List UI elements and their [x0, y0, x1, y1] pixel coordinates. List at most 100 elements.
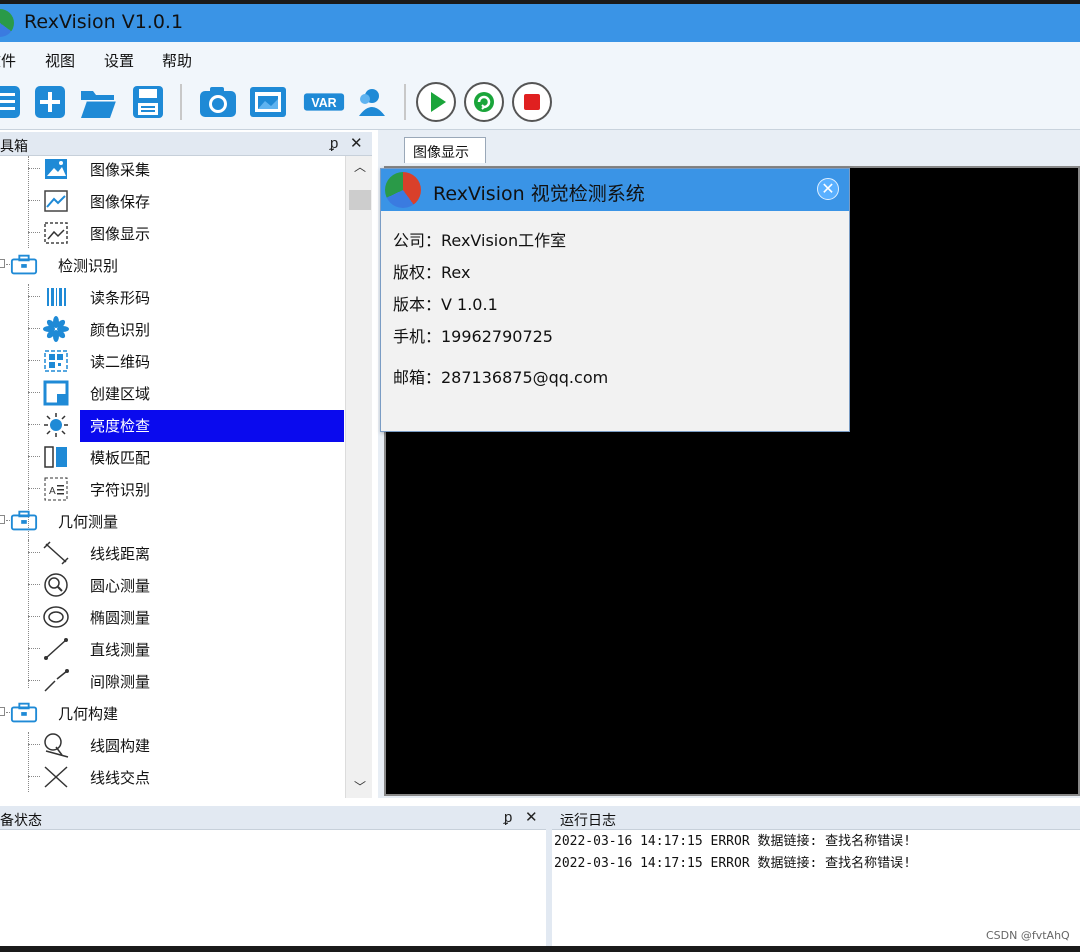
scroll-down-icon[interactable]: ﹀ — [354, 778, 366, 795]
tree-item[interactable]: 图像采集 — [0, 154, 340, 184]
tree-item-label: 模板匹配 — [90, 449, 151, 467]
watermark: CSDN @fvtAhQ — [986, 929, 1070, 942]
tree-item[interactable]: 颜色识别 — [0, 314, 340, 344]
menu-help[interactable]: 帮助 — [162, 50, 192, 71]
tree-item-label: 几何构建 — [58, 705, 119, 723]
toolbox-scrollbar[interactable]: ︿ ﹀ — [345, 156, 372, 798]
save-icon[interactable] — [126, 80, 170, 124]
gap-icon — [42, 669, 70, 693]
circle-center-icon — [42, 573, 70, 597]
tree-group-item[interactable]: 检测识别 — [0, 250, 340, 280]
tree-item[interactable]: 创建区域 — [0, 378, 340, 408]
tree-item[interactable]: 图像显示 — [0, 218, 340, 248]
tree-item-label: 线线距离 — [90, 545, 151, 563]
log-title: 运行日志 — [560, 813, 616, 829]
tree-connector — [28, 232, 40, 233]
tree-connector — [28, 552, 40, 553]
tree-group-item[interactable]: 几何构建 — [0, 698, 340, 728]
expand-toggle-icon[interactable] — [0, 515, 5, 524]
tree-item[interactable]: 直线测量 — [0, 634, 340, 664]
tree-item-label: 线线交点 — [90, 769, 151, 787]
pin-icon[interactable]: ᵱ — [504, 808, 512, 826]
tree-item[interactable]: 间隙测量 — [0, 666, 340, 696]
company-text: 公司：RexVision工作室 — [393, 231, 567, 250]
tree-item[interactable]: 读条形码 — [0, 282, 340, 312]
run-icon[interactable] — [414, 80, 458, 124]
tree-item[interactable]: 线线交点 — [0, 762, 340, 792]
toolbox-close-icon[interactable]: ✕ — [350, 134, 363, 152]
menu-view[interactable]: 视图 — [45, 50, 75, 71]
screen-bottom-edge — [0, 946, 1080, 952]
dialog-title-bar[interactable]: RexVision 视觉检测系统 ✕ — [381, 169, 849, 211]
device-status-panel — [0, 830, 546, 946]
toolbox-title: 工具箱 — [0, 139, 28, 155]
tree-item-label: 图像显示 — [90, 225, 151, 243]
tree-item-label: 检测识别 — [58, 257, 119, 275]
tree-item-label: 直线测量 — [90, 641, 151, 659]
tree-item[interactable]: 圆心测量 — [0, 570, 340, 600]
tree-item-label: 字符识别 — [90, 481, 151, 499]
tree-item[interactable]: A 字符识别 — [0, 474, 340, 504]
barcode-icon — [42, 285, 70, 309]
menu-file[interactable]: 文件 — [0, 50, 16, 71]
dialog-close-icon[interactable]: ✕ — [817, 178, 839, 200]
tree-connector — [28, 776, 40, 777]
tree-connector — [28, 456, 40, 457]
device-status-header: 设备状态 ᵱ ✕ — [0, 806, 546, 830]
open-folder-icon[interactable] — [76, 80, 120, 124]
image-save-icon — [42, 189, 70, 213]
tree-item[interactable]: 读二维码 — [0, 346, 340, 376]
phone-text: 手机：19962790725 — [393, 327, 553, 346]
loop-icon[interactable] — [462, 80, 506, 124]
toolbar-separator — [404, 84, 406, 120]
tree-item[interactable]: 亮度检查 — [0, 410, 340, 440]
tree-connector — [28, 360, 40, 361]
device-status-title: 设备状态 — [0, 813, 42, 829]
new-file-icon[interactable] — [28, 80, 72, 124]
tree-connector — [28, 616, 40, 617]
tree-item[interactable]: 线线距离 — [0, 538, 340, 568]
tree-item-label: 椭圆测量 — [90, 609, 151, 627]
ocr-icon: A — [42, 477, 70, 501]
user-icon[interactable] — [350, 80, 394, 124]
camera-icon[interactable] — [196, 80, 240, 124]
tree-item-label: 图像采集 — [90, 161, 151, 179]
tree-connector — [28, 328, 40, 329]
region-icon — [42, 380, 70, 406]
image-display-icon — [42, 221, 70, 245]
scroll-up-icon[interactable]: ︿ — [354, 158, 366, 175]
tab-image-display[interactable]: 图像显示 — [404, 137, 486, 163]
tree-item[interactable]: 椭圆测量 — [0, 602, 340, 632]
line-measure-icon — [42, 637, 70, 661]
tree-connector — [28, 392, 40, 393]
device-status-close-icon[interactable]: ✕ — [525, 808, 538, 826]
stop-icon[interactable] — [510, 80, 554, 124]
expand-toggle-icon[interactable] — [0, 259, 5, 268]
expand-toggle-icon[interactable] — [0, 707, 5, 716]
about-dialog: RexVision 视觉检测系统 ✕ 公司：RexVision工作室 版权：Re… — [380, 168, 850, 432]
tree-item-label: 颜色识别 — [90, 321, 151, 339]
dialog-logo-icon — [385, 172, 421, 208]
tree-item-label: 线圆构建 — [90, 737, 151, 755]
tree-item[interactable]: 模板匹配 — [0, 442, 340, 472]
ellipse-icon — [42, 605, 70, 629]
tree-item[interactable]: 图像保存 — [0, 186, 340, 216]
version-text: 版本：V 1.0.1 — [393, 295, 498, 314]
list-icon[interactable] — [0, 80, 28, 124]
pin-icon[interactable]: ᵱ — [330, 134, 338, 152]
tree-item-label: 图像保存 — [90, 193, 151, 211]
toolbar: VAR — [0, 76, 1080, 130]
title-bar[interactable]: RexVision V1.0.1 — [0, 4, 1080, 42]
tree-group-item[interactable]: 几何测量 — [0, 506, 340, 536]
tree-connector — [28, 200, 40, 201]
copyright-text: 版权：Rex — [393, 263, 471, 282]
scrollbar-thumb[interactable] — [349, 190, 371, 210]
tree-item-label: 亮度检查 — [90, 417, 151, 435]
tab-label: 图像显示 — [413, 145, 469, 161]
image-icon[interactable] — [246, 80, 290, 124]
tree-connector — [28, 648, 40, 649]
var-icon[interactable]: VAR — [302, 80, 346, 124]
tree-item[interactable]: 线圆构建 — [0, 730, 340, 760]
menu-settings[interactable]: 设置 — [104, 50, 134, 71]
toolbar-separator — [180, 84, 182, 120]
